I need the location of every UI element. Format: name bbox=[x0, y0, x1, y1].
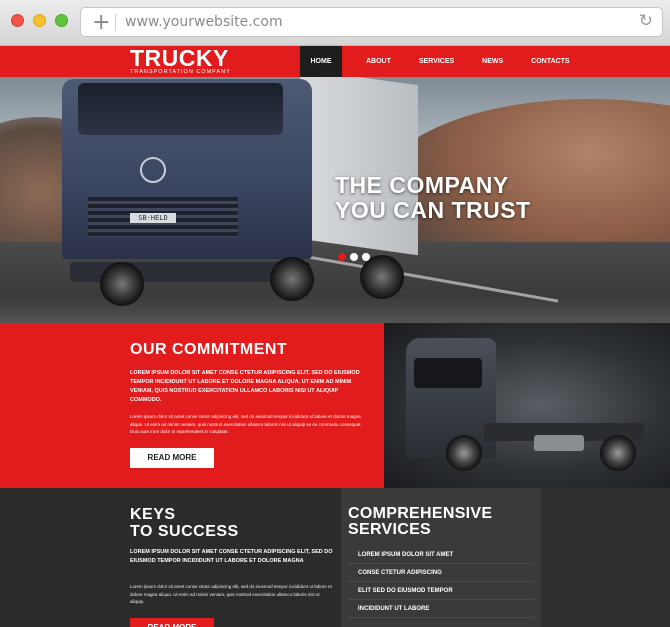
truck-photo-panel bbox=[384, 323, 670, 488]
truck-wheel bbox=[100, 262, 144, 306]
site-header: TRUCKY TRANSPORTATION COMPANY HOME ABOUT… bbox=[0, 46, 670, 77]
truck-windshield bbox=[78, 83, 283, 135]
list-item[interactable]: LOREM IPSUM DOLOR SIT AMET bbox=[348, 546, 534, 564]
keys-title-line2: TO SUCCESS bbox=[130, 523, 239, 540]
hero-headline-line2: YOU CAN TRUST bbox=[335, 197, 531, 223]
services-title: COMPREHENSIVE SERVICES bbox=[348, 506, 492, 538]
slider-dot-2[interactable] bbox=[350, 253, 358, 261]
slider-dot-1[interactable] bbox=[338, 253, 346, 261]
truck-wheel bbox=[360, 255, 404, 299]
logo-tagline: TRANSPORTATION COMPANY bbox=[130, 69, 231, 75]
truck-wheel bbox=[600, 435, 636, 471]
list-item[interactable]: INCIDIDUNT UT LABORE bbox=[348, 600, 534, 618]
nav-home[interactable]: HOME bbox=[300, 46, 342, 77]
minimize-window-button[interactable] bbox=[33, 14, 46, 27]
commitment-body-text: Lorem ipsum dolor sit amet conse ctetur … bbox=[130, 414, 362, 434]
truck-wheel bbox=[446, 435, 482, 471]
truck-window bbox=[414, 358, 482, 388]
slider-pagination bbox=[338, 253, 370, 261]
maximize-window-button[interactable] bbox=[55, 14, 68, 27]
logo-text: TRUCKY bbox=[130, 45, 229, 71]
url-text[interactable]: www.yourwebsite.com bbox=[125, 14, 283, 30]
reload-icon[interactable]: ↻ bbox=[639, 11, 653, 31]
keys-read-more-button[interactable]: READ MORE bbox=[130, 618, 214, 627]
close-window-button[interactable] bbox=[11, 14, 24, 27]
nav-news[interactable]: NEWS bbox=[468, 46, 517, 77]
dark-right-panel bbox=[541, 488, 670, 627]
slider-dot-3[interactable] bbox=[362, 253, 370, 261]
hero-headline: THE COMPANY YOU CAN TRUST bbox=[335, 173, 531, 223]
services-title-line1: COMPREHENSIVE bbox=[348, 505, 493, 522]
nav-services[interactable]: SERVICES bbox=[405, 46, 468, 77]
truck-fuel-tank bbox=[534, 435, 584, 451]
hero-slider: SB·HELD THE COMPANY YOU CAN TRUST bbox=[0, 77, 670, 323]
hero-headline-line1: THE COMPANY bbox=[335, 172, 509, 198]
nav-about[interactable]: ABOUT bbox=[352, 46, 405, 77]
keys-title: KEYS TO SUCCESS bbox=[130, 506, 239, 540]
address-bar-divider bbox=[115, 14, 116, 31]
address-bar[interactable]: + www.yourwebsite.com ↻ bbox=[80, 7, 663, 37]
keys-body-text: Lorem ipsum dolor sit amet conse ctetur … bbox=[130, 584, 332, 604]
main-nav: HOME ABOUT SERVICES NEWS CONTACTS bbox=[300, 46, 584, 77]
list-item[interactable]: ELIT SED DO EIUSMOD TEMPOR bbox=[348, 582, 534, 600]
commitment-lead-text: LOREM IPSUM DOLOR SIT AMET CONSE CTETUR … bbox=[130, 370, 360, 403]
keys-title-line1: KEYS bbox=[130, 506, 176, 523]
browser-chrome: + www.yourwebsite.com ↻ bbox=[0, 0, 670, 46]
truck-wheel bbox=[270, 257, 314, 301]
site-logo[interactable]: TRUCKY TRANSPORTATION COMPANY bbox=[130, 46, 231, 75]
license-plate: SB·HELD bbox=[130, 213, 176, 223]
truck-badge-icon bbox=[140, 157, 166, 183]
services-list: LOREM IPSUM DOLOR SIT AMET CONSE CTETUR … bbox=[348, 546, 534, 618]
services-section: COMPREHENSIVE SERVICES LOREM IPSUM DOLOR… bbox=[341, 488, 541, 627]
truck-trailer-image bbox=[300, 77, 418, 256]
new-tab-icon[interactable]: + bbox=[92, 10, 110, 35]
services-title-line2: SERVICES bbox=[348, 521, 432, 538]
commitment-title: OUR COMMITMENT bbox=[130, 341, 288, 358]
read-more-button[interactable]: READ MORE bbox=[130, 448, 214, 468]
list-item[interactable]: CONSE CTETUR ADIPISCING bbox=[348, 564, 534, 582]
keys-lead-text: LOREM IPSUM DOLOR SIT AMET CONSE CTETUR … bbox=[130, 549, 333, 564]
commitment-section: OUR COMMITMENT LOREM IPSUM DOLOR SIT AME… bbox=[0, 323, 384, 488]
nav-contacts[interactable]: CONTACTS bbox=[517, 46, 583, 77]
